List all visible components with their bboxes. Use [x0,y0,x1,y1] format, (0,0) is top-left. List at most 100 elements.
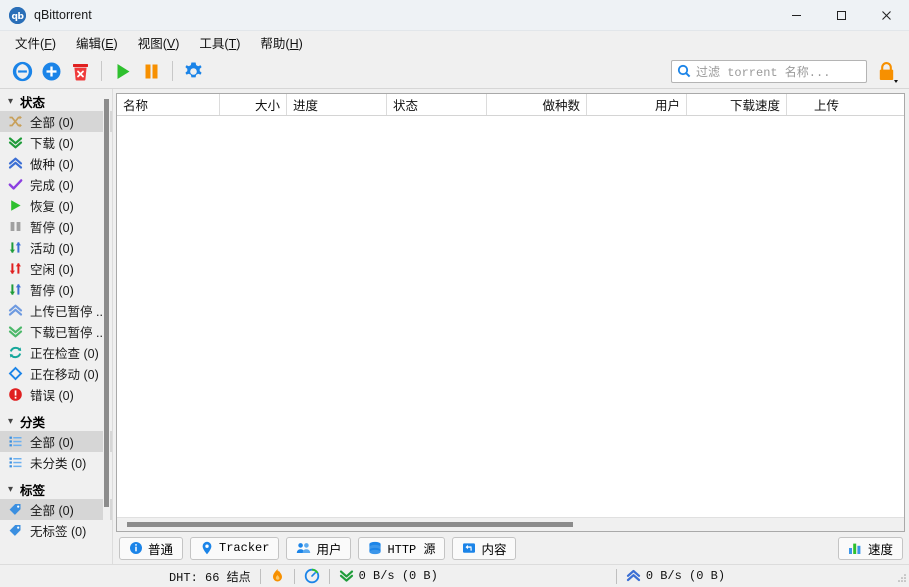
toolbar-separator-2 [172,61,173,81]
torrent-list-hscrollbar-thumb[interactable] [127,522,573,527]
status-separator-2 [293,568,295,584]
sidebar-item-label: 做种 (0) [30,158,74,172]
check-purple-icon [7,176,24,193]
menu-edit-accel: E [105,37,114,51]
menu-view-label: 视图 [137,37,163,51]
search-box[interactable]: 过滤 torrent 名称... [671,59,867,83]
double-chevron-down-green-icon [7,134,24,151]
menu-view-accel: V [166,37,176,51]
tab-peers-label: 用户 [316,542,342,557]
upload-speed-label: 0 B/s (0 B) [645,569,726,583]
toolbar-separator-1 [101,61,102,81]
column-header-name[interactable]: 名称 [117,94,220,115]
sidebar-item-status-inactive[interactable]: 空闲 (0) [0,258,112,279]
preferences-button[interactable] [179,57,208,86]
arrows-updown-red-icon [7,260,24,277]
sidebar-item-category-uncategorized[interactable]: 未分类 (0) [0,452,112,473]
sidebar-item-status-paused[interactable]: 暂停 (0) [0,216,112,237]
speed-button-label: 速度 [867,542,893,557]
torrent-list-hscrollbar[interactable] [117,517,904,531]
svg-text:qb: qb [12,12,25,22]
status-separator-1 [259,568,261,584]
chevron-down-icon: ▾ [7,96,14,107]
sidebar-item-status-downloading[interactable]: 下载 (0) [0,132,112,153]
sidebar-item-status-moving[interactable]: 正在移动 (0) [0,363,112,384]
menu-help-label: 帮助 [260,37,286,51]
sidebar-item-status-active[interactable]: 活动 (0) [0,237,112,258]
flame-icon [270,568,285,584]
sidebar-item-label: 正在检查 (0) [30,347,99,361]
filters-sidebar-content: ▾ 状态 全部 (0) 下载 (0) 做种 (0) 完成 (0) 恢复 (0) … [0,89,112,541]
lock-icon[interactable] [873,57,901,86]
sidebar-scrollbar-thumb[interactable] [104,99,109,507]
chevron-down-icon: ▾ [7,484,14,495]
add-torrent-link-button[interactable] [8,57,37,86]
sidebar-item-label: 无标签 (0) [30,525,87,539]
resume-button[interactable] [108,57,137,86]
column-header-peers[interactable]: 用户 [587,94,687,115]
torrent-list-body[interactable] [117,116,904,517]
status-separator-3 [328,568,330,584]
column-header-status[interactable]: 状态 [387,94,487,115]
sidebar-item-status-seeding[interactable]: 做种 (0) [0,153,112,174]
database-icon [368,541,382,555]
sidebar-group-status[interactable]: ▾ 状态 [0,92,112,111]
menu-file[interactable]: 文件(F) [6,30,65,55]
column-header-size[interactable]: 大小 [220,94,287,115]
sidebar-item-status-completed[interactable]: 完成 (0) [0,174,112,195]
upload-blue-icon [626,569,641,583]
status-separator-4 [615,568,617,584]
filters-sidebar: ▾ 状态 全部 (0) 下载 (0) 做种 (0) 完成 (0) 恢复 (0) … [0,89,113,564]
sidebar-item-status-checking[interactable]: 正在检查 (0) [0,342,112,363]
sidebar-group-tags[interactable]: ▾ 标签 [0,480,112,499]
sidebar-group-categories[interactable]: ▾ 分类 [0,412,112,431]
info-icon [129,541,143,555]
sidebar-item-label: 下载 (0) [30,137,74,151]
sidebar-item-status-all[interactable]: 全部 (0) [0,111,112,132]
sidebar-item-status-stalled-downloading[interactable]: 下载已暂停 ... [0,321,112,342]
tab-content[interactable]: 内容 [452,536,517,560]
column-header-upload-speed[interactable]: 上传 [787,94,845,115]
sidebar-item-tag-untagged[interactable]: 无标签 (0) [0,520,112,541]
tag-blue-icon [7,522,24,539]
connection-status-icon[interactable] [270,568,285,584]
close-button[interactable] [864,0,909,31]
maximize-button[interactable] [819,0,864,31]
search-input[interactable]: 过滤 torrent 名称... [696,63,830,80]
column-header-download-speed[interactable]: 下载速度 [687,94,787,115]
minimize-button[interactable] [774,0,819,31]
column-header-progress[interactable]: 进度 [287,94,387,115]
column-header-seeds[interactable]: 做种数 [487,94,587,115]
tab-peers[interactable]: 用户 [286,536,352,560]
sidebar-item-status-resumed[interactable]: 恢复 (0) [0,195,112,216]
pause-button[interactable] [137,57,166,86]
menu-help[interactable]: 帮助(H) [251,30,311,55]
detail-tabs: 普通 Tracker 用户 HTTP 源 内容 速度 [116,532,905,564]
tab-general[interactable]: 普通 [119,536,184,560]
qbittorrent-window: qb qBittorrent 文件(F) 编辑(E) 视图(V) 工具(T) 帮… [0,0,909,587]
torrent-list: 名称 大小 进度 状态 做种数 用户 下载速度 上传 [116,93,905,532]
sidebar-item-category-all[interactable]: 全部 (0) [0,431,112,452]
error-red-icon [7,386,24,403]
add-torrent-file-button[interactable] [37,57,66,86]
menu-tools[interactable]: 工具(T) [190,30,249,55]
sidebar-item-status-stalled-uploading[interactable]: 上传已暂停 ... [0,300,112,321]
tab-trackers[interactable]: Tracker [190,536,280,560]
resize-grip[interactable] [894,570,907,583]
play-green-icon [7,197,24,214]
delete-torrent-button[interactable] [66,57,95,86]
double-chevron-up-blue-icon [7,302,24,319]
menu-help-accel: H [289,37,299,51]
arrows-updown-greenblue-icon [7,281,24,298]
speed-limit-status-icon[interactable] [304,568,320,584]
tab-http-sources[interactable]: HTTP 源 [358,536,446,560]
sidebar-item-status-errored[interactable]: 错误 (0) [0,384,112,405]
menu-view[interactable]: 视图(V) [129,30,189,55]
speed-button[interactable]: 速度 [837,536,903,560]
sidebar-item-tag-all[interactable]: 全部 (0) [0,499,112,520]
sidebar-scrollbar[interactable] [103,93,110,520]
sidebar-item-status-stalled[interactable]: 暂停 (0) [0,279,112,300]
sidebar-group-categories-label: 分类 [20,416,46,430]
menu-edit[interactable]: 编辑(E) [67,30,127,55]
menu-tools-accel: T [228,37,237,51]
